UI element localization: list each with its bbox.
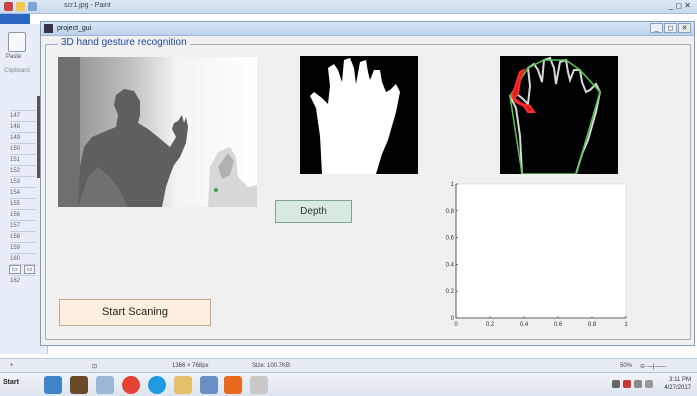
paint-status-bar: + ⊡ 1366 × 768px Size: 100.7KB 50% ⊖ —|—… — [0, 358, 697, 372]
gui-title-bar: project_gui _ ◻ ✕ — [41, 22, 694, 36]
maximize-button[interactable]: ◻ — [664, 23, 677, 33]
window-icon[interactable] — [96, 376, 114, 394]
view-control[interactable]: ▭ — [23, 265, 36, 274]
matlab-figure-icon — [44, 24, 53, 33]
clock[interactable]: 3:11 PM 4/27/2017 — [664, 376, 691, 392]
plot-area — [455, 183, 627, 319]
panel-title: 3D hand gesture recognition — [58, 37, 190, 48]
depth-image — [58, 57, 257, 207]
y-tick-label: 0.8 — [446, 209, 455, 215]
y-tick-label: 0.6 — [446, 236, 455, 242]
files-icon[interactable] — [174, 376, 192, 394]
antivirus-icon[interactable] — [623, 380, 631, 388]
close-button[interactable]: ✕ — [678, 23, 691, 33]
ruler-mark: 157 — [10, 220, 36, 231]
x-tick-label: 1 — [624, 322, 628, 328]
file-size-text: Size: 100.7KB — [252, 363, 291, 369]
system-tray — [612, 380, 653, 388]
x-tick-label: 0.2 — [486, 322, 495, 328]
windows-taskbar: Start 3:11 PM 4/27/2017 — [0, 372, 697, 396]
save-icon[interactable] — [4, 2, 13, 11]
paint-file-menu[interactable] — [0, 14, 30, 24]
ruler-mark: 153 — [10, 176, 36, 187]
y-tick-label: 0.4 — [446, 262, 455, 268]
minimize-button[interactable]: _ — [650, 23, 663, 33]
gui-window-controls: _ ◻ ✕ — [650, 23, 691, 33]
ruler-mark: 159 — [10, 242, 36, 253]
flag-icon[interactable] — [634, 380, 642, 388]
ruler-mark: 148 — [10, 121, 36, 132]
ruler-mark: 156 — [10, 209, 36, 220]
binary-hand-mask — [300, 56, 418, 174]
hand-contour-image — [500, 56, 618, 174]
vertical-ruler: 147 148 149 150 151 152 153 154 155 156 157 158 159 1… — [10, 110, 36, 286]
x-tick-label: 0.6 — [554, 322, 563, 328]
explorer-icon[interactable] — [44, 376, 62, 394]
x-tick-label: 0.4 — [520, 322, 529, 328]
matlab-icon[interactable] — [224, 376, 242, 394]
ruler-mark: 160 — [10, 253, 36, 264]
clock-time: 3:11 PM — [669, 377, 691, 383]
paint-title-bar: scr1.jpg - Paint _ ◻ ✕ — [0, 0, 697, 14]
zoom-slider[interactable]: ⊖ —|—— — [640, 363, 666, 370]
start-scanning-button[interactable]: Start Scaning — [59, 299, 211, 326]
start-button[interactable]: Start — [3, 379, 19, 386]
chrome-icon[interactable] — [122, 376, 140, 394]
paint-window-controls[interactable]: _ ◻ ✕ — [669, 1, 691, 10]
x-tick-label: 0 — [454, 322, 458, 328]
ruler-mark: 147 — [10, 110, 36, 121]
ruler-mark: 158 — [10, 231, 36, 242]
paste-label: Paste — [6, 54, 22, 60]
undo-icon[interactable] — [16, 2, 25, 11]
paint-icon[interactable] — [200, 376, 218, 394]
clipboard-label: Clipboard — [4, 68, 30, 74]
image-size-text: 1366 × 768px — [172, 363, 209, 369]
paste-icon[interactable] — [8, 32, 26, 52]
ruler-mark: 155 — [10, 198, 36, 209]
clock-date: 4/27/2017 — [664, 385, 691, 391]
ruler-mark: 162 — [10, 275, 36, 286]
ruler-mark: 149 — [10, 132, 36, 143]
folder-icon[interactable] — [70, 376, 88, 394]
add-icon[interactable]: + — [10, 363, 14, 369]
paint-window-title: scr1.jpg - Paint — [64, 2, 111, 9]
y-tick-label: 1 — [451, 182, 455, 188]
network-icon[interactable] — [612, 380, 620, 388]
ruler-mark: 154 — [10, 187, 36, 198]
ruler-mark: 150 — [10, 143, 36, 154]
y-tick-label: 0.2 — [446, 289, 455, 295]
volume-icon[interactable] — [645, 380, 653, 388]
zoom-level: 50% — [620, 363, 633, 369]
paint-side-controls: ▭ ▭ — [9, 265, 36, 274]
gui-window-title: project_gui — [57, 25, 92, 32]
quick-access-toolbar — [4, 2, 37, 12]
x-tick-label: 0.8 — [588, 322, 597, 328]
skype-icon[interactable] — [148, 376, 166, 394]
ruler-mark: 152 — [10, 165, 36, 176]
ruler-mark: 151 — [10, 154, 36, 165]
depth-button[interactable]: Depth — [275, 200, 352, 223]
zoom-control[interactable]: ▭ — [9, 265, 21, 274]
selection-icon: ⊡ — [92, 364, 98, 370]
tool-icon[interactable] — [250, 376, 268, 394]
redo-icon[interactable] — [28, 2, 37, 11]
empty-plot-axes: 0 0.2 0.4 0.6 0.8 100.20.40.60.81 — [446, 182, 629, 328]
